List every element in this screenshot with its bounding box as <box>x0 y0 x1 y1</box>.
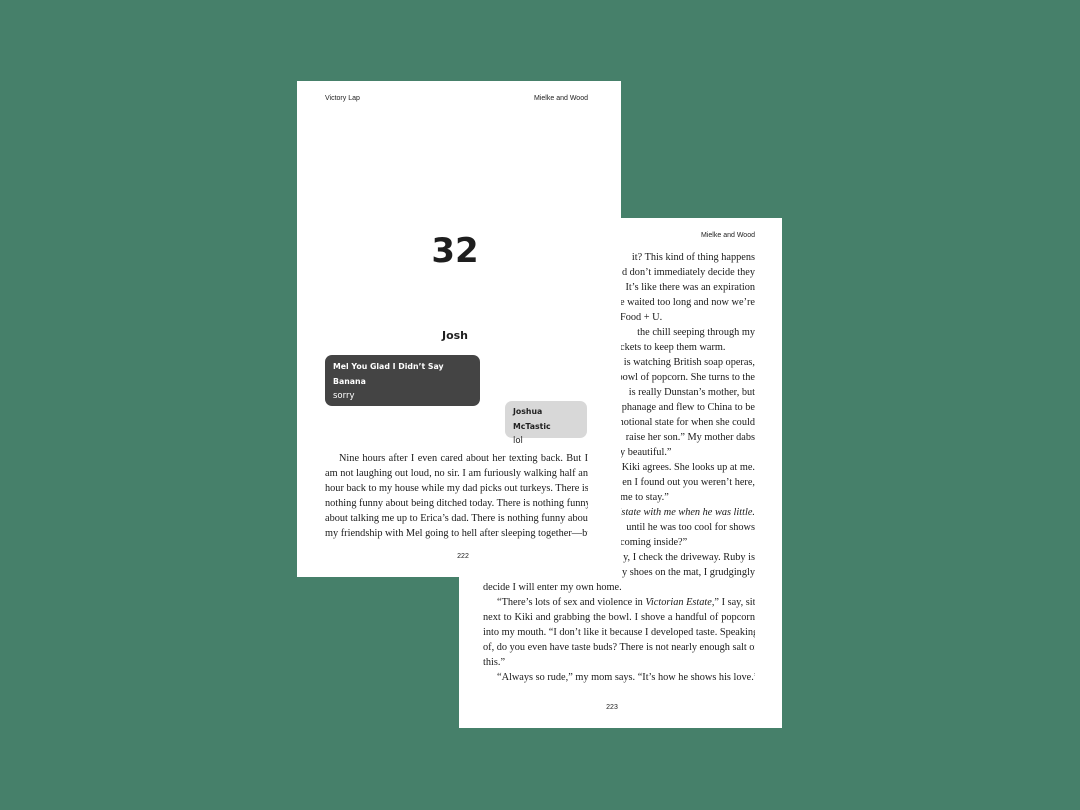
text-line: Nine hours after I even cared about her … <box>339 453 588 464</box>
running-header-title: Victory Lap <box>325 95 360 102</box>
text-line: next to Kiki and grabbing the bowl. I sh… <box>483 612 755 623</box>
chapter-number: 32 <box>431 231 479 271</box>
text-line: decide I will enter my own home. <box>483 582 622 593</box>
page-number: 223 <box>606 704 618 711</box>
text-line: “Always so rude,” my mom says. “It’s how… <box>497 672 755 683</box>
text-line: about talking me up to Erica’s dad. Ther… <box>325 513 588 524</box>
text-line: “There’s lots of sex and violence in Vic… <box>497 597 755 608</box>
message-sender: Joshua McTastic <box>513 407 551 431</box>
text-line: into my mouth. “I don’t like it because … <box>483 627 755 638</box>
text-line: my friendship with Mel going to hell aft… <box>325 528 588 539</box>
running-header-author: Mielke and Wood <box>534 95 588 102</box>
text-line: nothing funny about being ditched today.… <box>325 498 588 509</box>
message-text: slept in <box>333 405 365 416</box>
page-number: 222 <box>457 553 469 560</box>
message-text: sorry <box>333 391 355 401</box>
running-header-author: Mielke and Wood <box>701 232 755 239</box>
received-message-bubble: Mel You Glad I Didn’t Say Banana sorry s… <box>325 355 480 416</box>
body-text: Nine hours after I even cared about her … <box>325 451 588 541</box>
book-page-left: Victory Lap Mielke and Wood 32 Josh Mel … <box>297 81 621 577</box>
sent-message-bubble: Joshua McTastic lol <box>505 401 587 446</box>
text-line: of, do you even have taste buds? There i… <box>483 642 755 653</box>
message-sender: Mel You Glad I Didn’t Say Banana <box>333 362 444 386</box>
text-line: am not laughing out loud, no sir. I am f… <box>325 468 588 479</box>
message-text: lol <box>513 436 523 446</box>
book-title-italic: Victorian Estate <box>645 597 712 608</box>
text-line: this.” <box>483 657 506 668</box>
text-line: Estate with me when he was little. <box>615 507 755 518</box>
text-line: hour back to my house while my dad picks… <box>325 483 588 494</box>
chapter-narrator: Josh <box>441 329 469 342</box>
